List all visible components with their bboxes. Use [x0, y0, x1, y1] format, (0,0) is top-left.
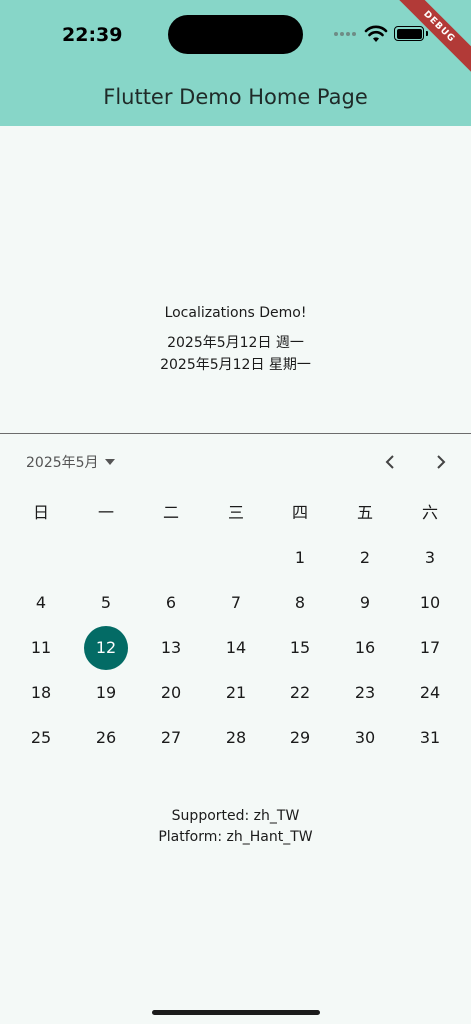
divider — [0, 433, 471, 434]
calendar-day[interactable]: 1 — [278, 536, 322, 580]
calendar-day[interactable]: 7 — [214, 581, 258, 625]
calendar-day[interactable]: 9 — [343, 581, 387, 625]
weekday-label: 五 — [356, 503, 373, 522]
chevron-right-icon — [437, 455, 446, 469]
supported-locale: Supported: zh_TW — [171, 808, 300, 824]
calendar-day[interactable]: 6 — [149, 581, 193, 625]
weekday-label: 日 — [32, 503, 49, 522]
signal-dots-icon — [334, 32, 358, 38]
weekday-label: 三 — [227, 503, 244, 522]
calendar-day[interactable]: 30 — [343, 716, 387, 760]
calendar-day[interactable]: 24 — [408, 671, 452, 715]
calendar-day[interactable]: 11 — [19, 626, 63, 670]
calendar-day[interactable]: 28 — [214, 716, 258, 760]
calendar-day[interactable]: 4 — [19, 581, 63, 625]
weekday-label: 二 — [162, 503, 179, 522]
dynamic-island — [168, 15, 303, 54]
calendar-day[interactable]: 15 — [278, 626, 322, 670]
debug-banner: DEBUG — [381, 0, 471, 90]
calendar-day[interactable]: 17 — [408, 626, 452, 670]
calendar-day[interactable]: 23 — [343, 671, 387, 715]
calendar-day[interactable]: 31 — [408, 716, 452, 760]
formatted-date-long: 2025年5月12日 星期一 — [160, 357, 311, 373]
calendar-day[interactable]: 25 — [19, 716, 63, 760]
home-indicator[interactable] — [152, 1010, 320, 1015]
debug-banner-label: DEBUG — [390, 0, 471, 76]
month-year-selector[interactable]: 2025年5月 — [26, 452, 115, 472]
status-time: 22:39 — [62, 24, 123, 46]
calendar-day[interactable]: 26 — [84, 716, 128, 760]
chevron-left-icon — [385, 455, 394, 469]
calendar-day[interactable]: 2 — [343, 536, 387, 580]
demo-heading: Localizations Demo! — [164, 305, 307, 321]
weekday-label: 六 — [421, 503, 438, 522]
calendar-day[interactable]: 16 — [343, 626, 387, 670]
weekday-label: 四 — [291, 503, 308, 522]
previous-month-button[interactable] — [378, 450, 402, 474]
calendar-day[interactable]: 22 — [278, 671, 322, 715]
next-month-button[interactable] — [429, 450, 453, 474]
calendar-day[interactable]: 27 — [149, 716, 193, 760]
calendar-day-selected[interactable]: 12 — [84, 626, 128, 670]
calendar-day[interactable]: 10 — [408, 581, 452, 625]
month-year-label: 2025年5月 — [26, 455, 99, 471]
calendar-day[interactable]: 14 — [214, 626, 258, 670]
calendar-day[interactable]: 19 — [84, 671, 128, 715]
calendar-day[interactable]: 8 — [278, 581, 322, 625]
dropdown-caret-icon — [104, 459, 115, 465]
calendar-day[interactable]: 18 — [19, 671, 63, 715]
calendar-day[interactable]: 13 — [149, 626, 193, 670]
calendar-day[interactable]: 5 — [84, 581, 128, 625]
weekday-label: 一 — [97, 503, 114, 522]
calendar-day[interactable]: 21 — [214, 671, 258, 715]
calendar-header: 2025年5月 — [0, 448, 471, 478]
calendar-day[interactable]: 3 — [408, 536, 452, 580]
calendar-day[interactable]: 29 — [278, 716, 322, 760]
platform-locale: Platform: zh_Hant_TW — [158, 829, 313, 845]
localization-demo: Localizations Demo! 2025年5月12日 週一 2025年5… — [0, 302, 471, 376]
formatted-date-short: 2025年5月12日 週一 — [167, 335, 304, 351]
calendar-day[interactable]: 20 — [149, 671, 193, 715]
locale-info: Supported: zh_TW Platform: zh_Hant_TW — [0, 806, 471, 848]
